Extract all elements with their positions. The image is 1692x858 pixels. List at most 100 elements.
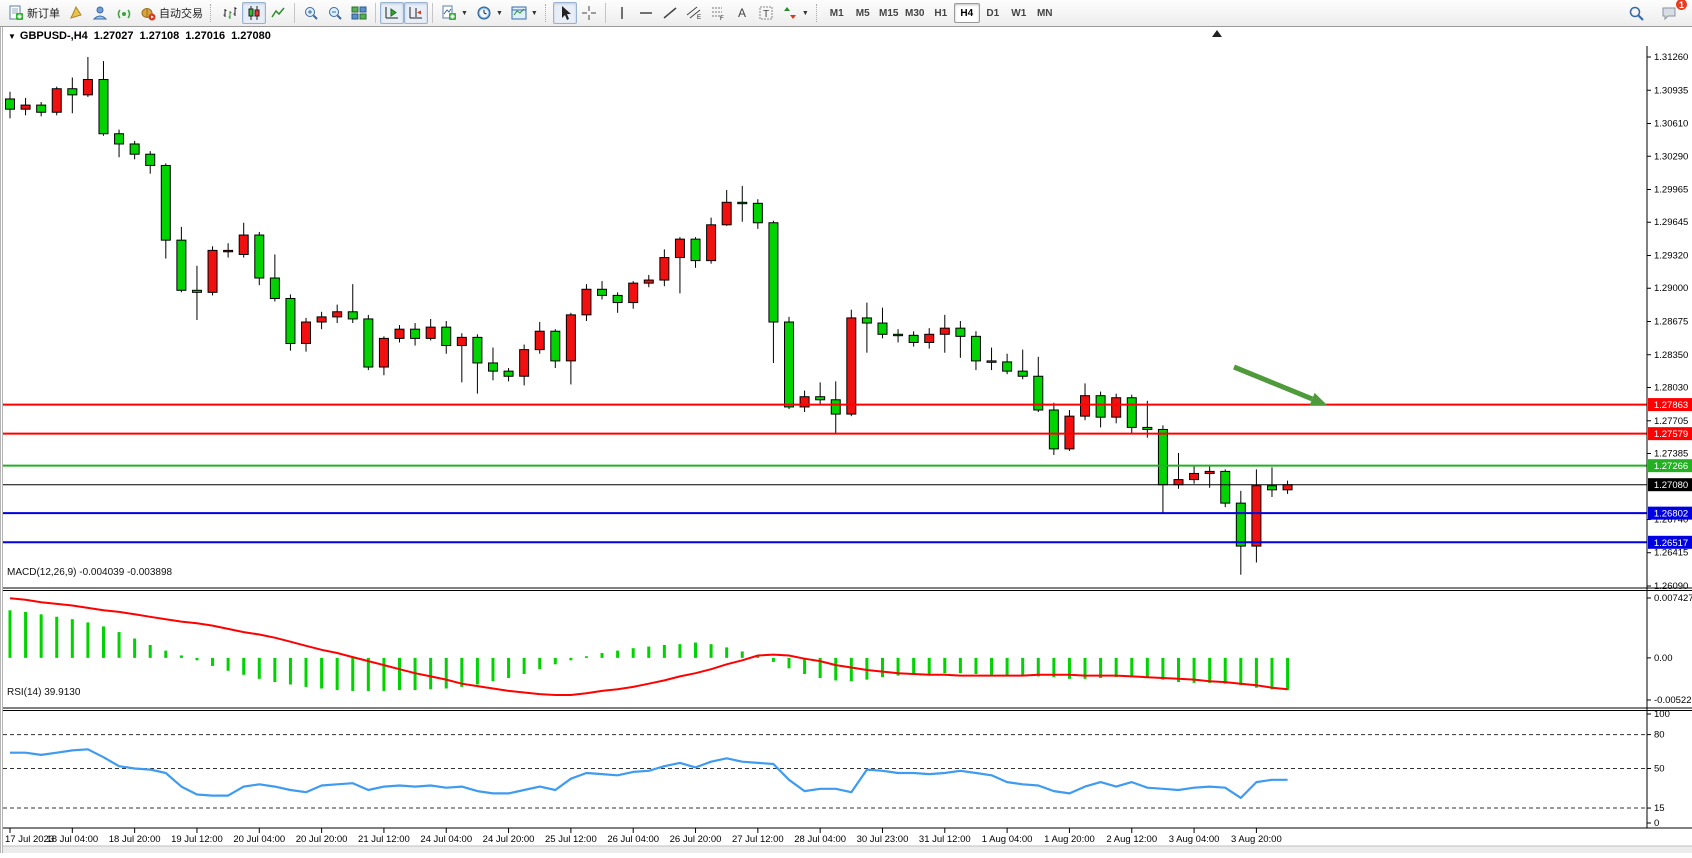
- timeframe-w1[interactable]: W1: [1006, 3, 1032, 23]
- macd-histogram-bar: [1270, 658, 1273, 689]
- svg-text:T: T: [763, 9, 769, 20]
- macd-histogram-bar: [1115, 658, 1118, 677]
- time-tick-label: 19 Jul 12:00: [171, 834, 223, 845]
- autotrade-button[interactable]: 自动交易: [136, 2, 207, 24]
- timeframe-h1[interactable]: H1: [928, 3, 954, 23]
- crosshair-icon: [581, 5, 597, 21]
- macd-histogram-bar: [1286, 658, 1289, 690]
- macd-histogram-bar: [974, 658, 977, 674]
- timeframe-m5[interactable]: M5: [850, 3, 876, 23]
- price-line-label: 1.27863: [1654, 400, 1688, 411]
- autoscroll-button[interactable]: [380, 2, 404, 24]
- new-order-button[interactable]: 新订单: [4, 2, 64, 24]
- chart-shift-button[interactable]: [404, 2, 428, 24]
- templates-button[interactable]: ▼: [507, 2, 542, 24]
- macd-value-signal: -0.003898: [127, 567, 172, 578]
- scroll-group: [380, 0, 428, 26]
- styler-button[interactable]: [64, 2, 88, 24]
- text-label-button[interactable]: T: [754, 2, 778, 24]
- macd-histogram-bar: [491, 658, 494, 681]
- candlestick-button[interactable]: [242, 2, 266, 24]
- macd-histogram-bar: [242, 658, 245, 675]
- signals-button[interactable]: [112, 2, 136, 24]
- timeframe-m15[interactable]: M15: [876, 3, 902, 23]
- time-tick-label: 1 Aug 04:00: [982, 834, 1033, 845]
- trendline-icon: [662, 5, 678, 21]
- crosshair-button[interactable]: [577, 2, 601, 24]
- toolbar-handle: [210, 4, 215, 22]
- cursor-button[interactable]: [553, 2, 577, 24]
- candle: [707, 218, 716, 264]
- macd-value-main: -0.004039: [79, 567, 124, 578]
- chart-canvas-holder[interactable]: 1.312601.309351.306101.302901.299651.296…: [3, 27, 1692, 853]
- template-icon: [511, 5, 527, 21]
- vertical-line-button[interactable]: [610, 2, 634, 24]
- price-tick-label: 1.28675: [1654, 317, 1688, 328]
- tile-windows-button[interactable]: [347, 2, 371, 24]
- indicators-button[interactable]: ▼: [437, 2, 472, 24]
- line-chart-button[interactable]: [266, 2, 290, 24]
- fibonacci-button[interactable]: F: [706, 2, 730, 24]
- price-line-label: 1.27579: [1654, 429, 1688, 440]
- time-tick-label: 2 Aug 12:00: [1106, 834, 1157, 845]
- timeframe-mn[interactable]: MN: [1032, 3, 1058, 23]
- macd-histogram-bar: [227, 658, 230, 671]
- cursor-group: [553, 0, 601, 26]
- zoom-out-button[interactable]: [323, 2, 347, 24]
- autotrade-label: 自动交易: [159, 5, 203, 21]
- timeframe-m1[interactable]: M1: [824, 3, 850, 23]
- person-icon: [92, 5, 108, 21]
- price-tick-label: 1.31260: [1654, 52, 1688, 63]
- macd-histogram-bar: [102, 626, 105, 657]
- chart-title-bar[interactable]: ▼GBPUSD-,H41.270271.271081.270161.27080: [8, 30, 271, 42]
- macd-histogram-bar: [616, 651, 619, 658]
- macd-histogram-bar: [86, 622, 89, 657]
- macd-histogram-bar: [1006, 658, 1009, 676]
- candle: [1065, 410, 1074, 451]
- horizontal-line-button[interactable]: [634, 2, 658, 24]
- macd-histogram-bar: [1255, 658, 1258, 688]
- macd-histogram-bar: [398, 658, 401, 690]
- bar-chart-button[interactable]: [218, 2, 242, 24]
- fibonacci-icon: F: [710, 5, 726, 21]
- macd-histogram-bar: [865, 658, 868, 680]
- trendline-button[interactable]: [658, 2, 682, 24]
- channel-button[interactable]: E: [682, 2, 706, 24]
- chevron-down-icon[interactable]: ▼: [8, 32, 16, 41]
- arrows-button[interactable]: ▼: [778, 2, 813, 24]
- text-button[interactable]: A: [730, 2, 754, 24]
- periods-button[interactable]: ▼: [472, 2, 507, 24]
- macd-histogram-bar: [959, 658, 962, 673]
- price-tick-label: 1.27705: [1654, 416, 1688, 427]
- search-button[interactable]: [1624, 2, 1649, 24]
- main-toolbar: 新订单 自动交易 ▼ ▼ ▼: [0, 0, 1692, 27]
- order-group: 新订单 自动交易: [4, 0, 207, 26]
- timeframe-h4[interactable]: H4: [954, 3, 980, 23]
- chart-window[interactable]: 1.312601.309351.306101.302901.299651.296…: [0, 27, 1692, 853]
- search-icon: [1628, 5, 1645, 22]
- vertical-line-icon: [614, 5, 630, 21]
- timeframe-d1[interactable]: D1: [980, 3, 1006, 23]
- zoom-out-icon: [327, 5, 343, 21]
- rsi-tick-label: 15: [1654, 803, 1665, 814]
- macd-histogram-bar: [1130, 658, 1133, 677]
- macd-histogram-bar: [351, 658, 354, 691]
- macd-histogram-bar: [305, 658, 308, 687]
- autoscroll-icon: [384, 5, 400, 21]
- candle: [255, 232, 264, 285]
- rsi-tick-label: 100: [1654, 709, 1670, 720]
- macd-histogram-bar: [569, 658, 572, 660]
- community-button[interactable]: [88, 2, 112, 24]
- macd-histogram-bar: [164, 651, 167, 658]
- chart-canvas[interactable]: 1.312601.309351.306101.302901.299651.296…: [3, 27, 1692, 853]
- timeframe-m30[interactable]: M30: [902, 3, 928, 23]
- time-tick-label: 28 Jul 04:00: [794, 834, 846, 845]
- quote-high: 1.27108: [140, 30, 180, 42]
- zoom-in-button[interactable]: [299, 2, 323, 24]
- notification-badge: 1: [1675, 0, 1688, 11]
- macd-histogram-bar: [554, 658, 557, 664]
- autotrade-icon: [140, 5, 156, 21]
- candle: [1127, 395, 1136, 434]
- macd-histogram-bar: [1161, 658, 1164, 680]
- notifications-button[interactable]: 1: [1657, 2, 1682, 24]
